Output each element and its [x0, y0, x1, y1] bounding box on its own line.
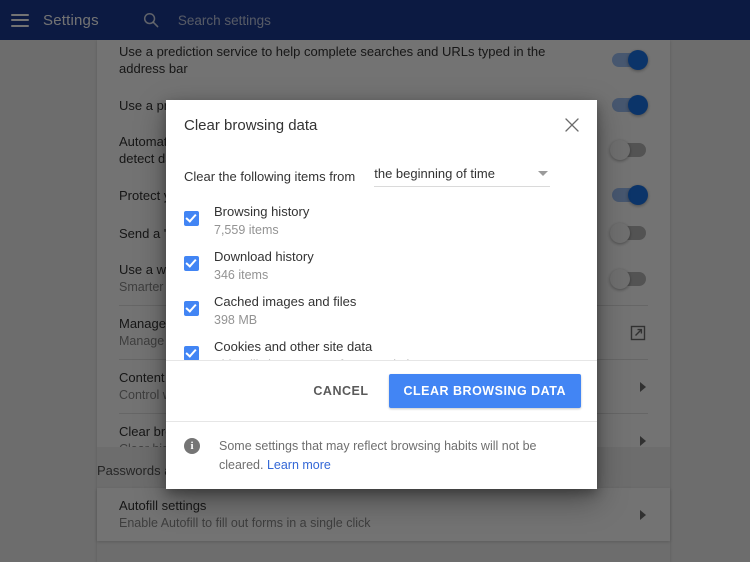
chevron-down-icon	[538, 171, 549, 176]
timeframe-selected-value: the beginning of time	[374, 166, 495, 181]
checkbox[interactable]	[184, 346, 199, 361]
list-item-cookies-and-other-site-data[interactable]: Cookies and other site data This will si…	[184, 339, 579, 361]
checkbox[interactable]	[184, 256, 199, 271]
footer-note: Some settings that may reflect browsing …	[219, 437, 575, 475]
list-item-cached-images-and-files[interactable]: Cached images and files 398 MB	[184, 294, 579, 328]
item-label: Browsing history	[214, 204, 310, 219]
item-label: Download history	[214, 249, 314, 264]
timeframe-select[interactable]: the beginning of time	[374, 166, 551, 187]
scroll-edge-divider	[166, 360, 597, 361]
dialog-actions: CANCEL CLEAR BROWSING DATA	[166, 361, 597, 421]
info-icon: i	[184, 438, 200, 454]
item-detail: 7,559 items	[214, 223, 279, 237]
checkbox[interactable]	[184, 301, 199, 316]
list-item-browsing-history[interactable]: Browsing history 7,559 items	[184, 204, 579, 238]
item-label: Cached images and files	[214, 294, 357, 309]
item-label: Cookies and other site data	[214, 339, 373, 354]
close-icon[interactable]	[561, 114, 583, 136]
timeframe-label: Clear the following items from	[184, 169, 356, 184]
dialog-header: Clear browsing data	[166, 100, 597, 136]
clear-items-list: Browsing history 7,559 items Download hi…	[184, 204, 579, 361]
clear-browsing-data-dialog: Clear browsing data Clear the following …	[166, 100, 597, 489]
item-detail: 398 MB	[214, 313, 258, 327]
dialog-footer: i Some settings that may reflect browsin…	[166, 421, 597, 489]
clear-browsing-data-button[interactable]: CLEAR BROWSING DATA	[388, 374, 581, 408]
dialog-title: Clear browsing data	[184, 117, 318, 134]
timeframe-row: Clear the following items from the begin…	[184, 166, 579, 187]
dialog-body: Clear the following items from the begin…	[166, 136, 597, 361]
learn-more-link[interactable]: Learn more	[267, 458, 331, 472]
checkbox[interactable]	[184, 211, 199, 226]
list-item-download-history[interactable]: Download history 346 items	[184, 249, 579, 283]
cancel-button[interactable]: CANCEL	[301, 375, 380, 407]
item-detail: 346 items	[214, 268, 269, 282]
